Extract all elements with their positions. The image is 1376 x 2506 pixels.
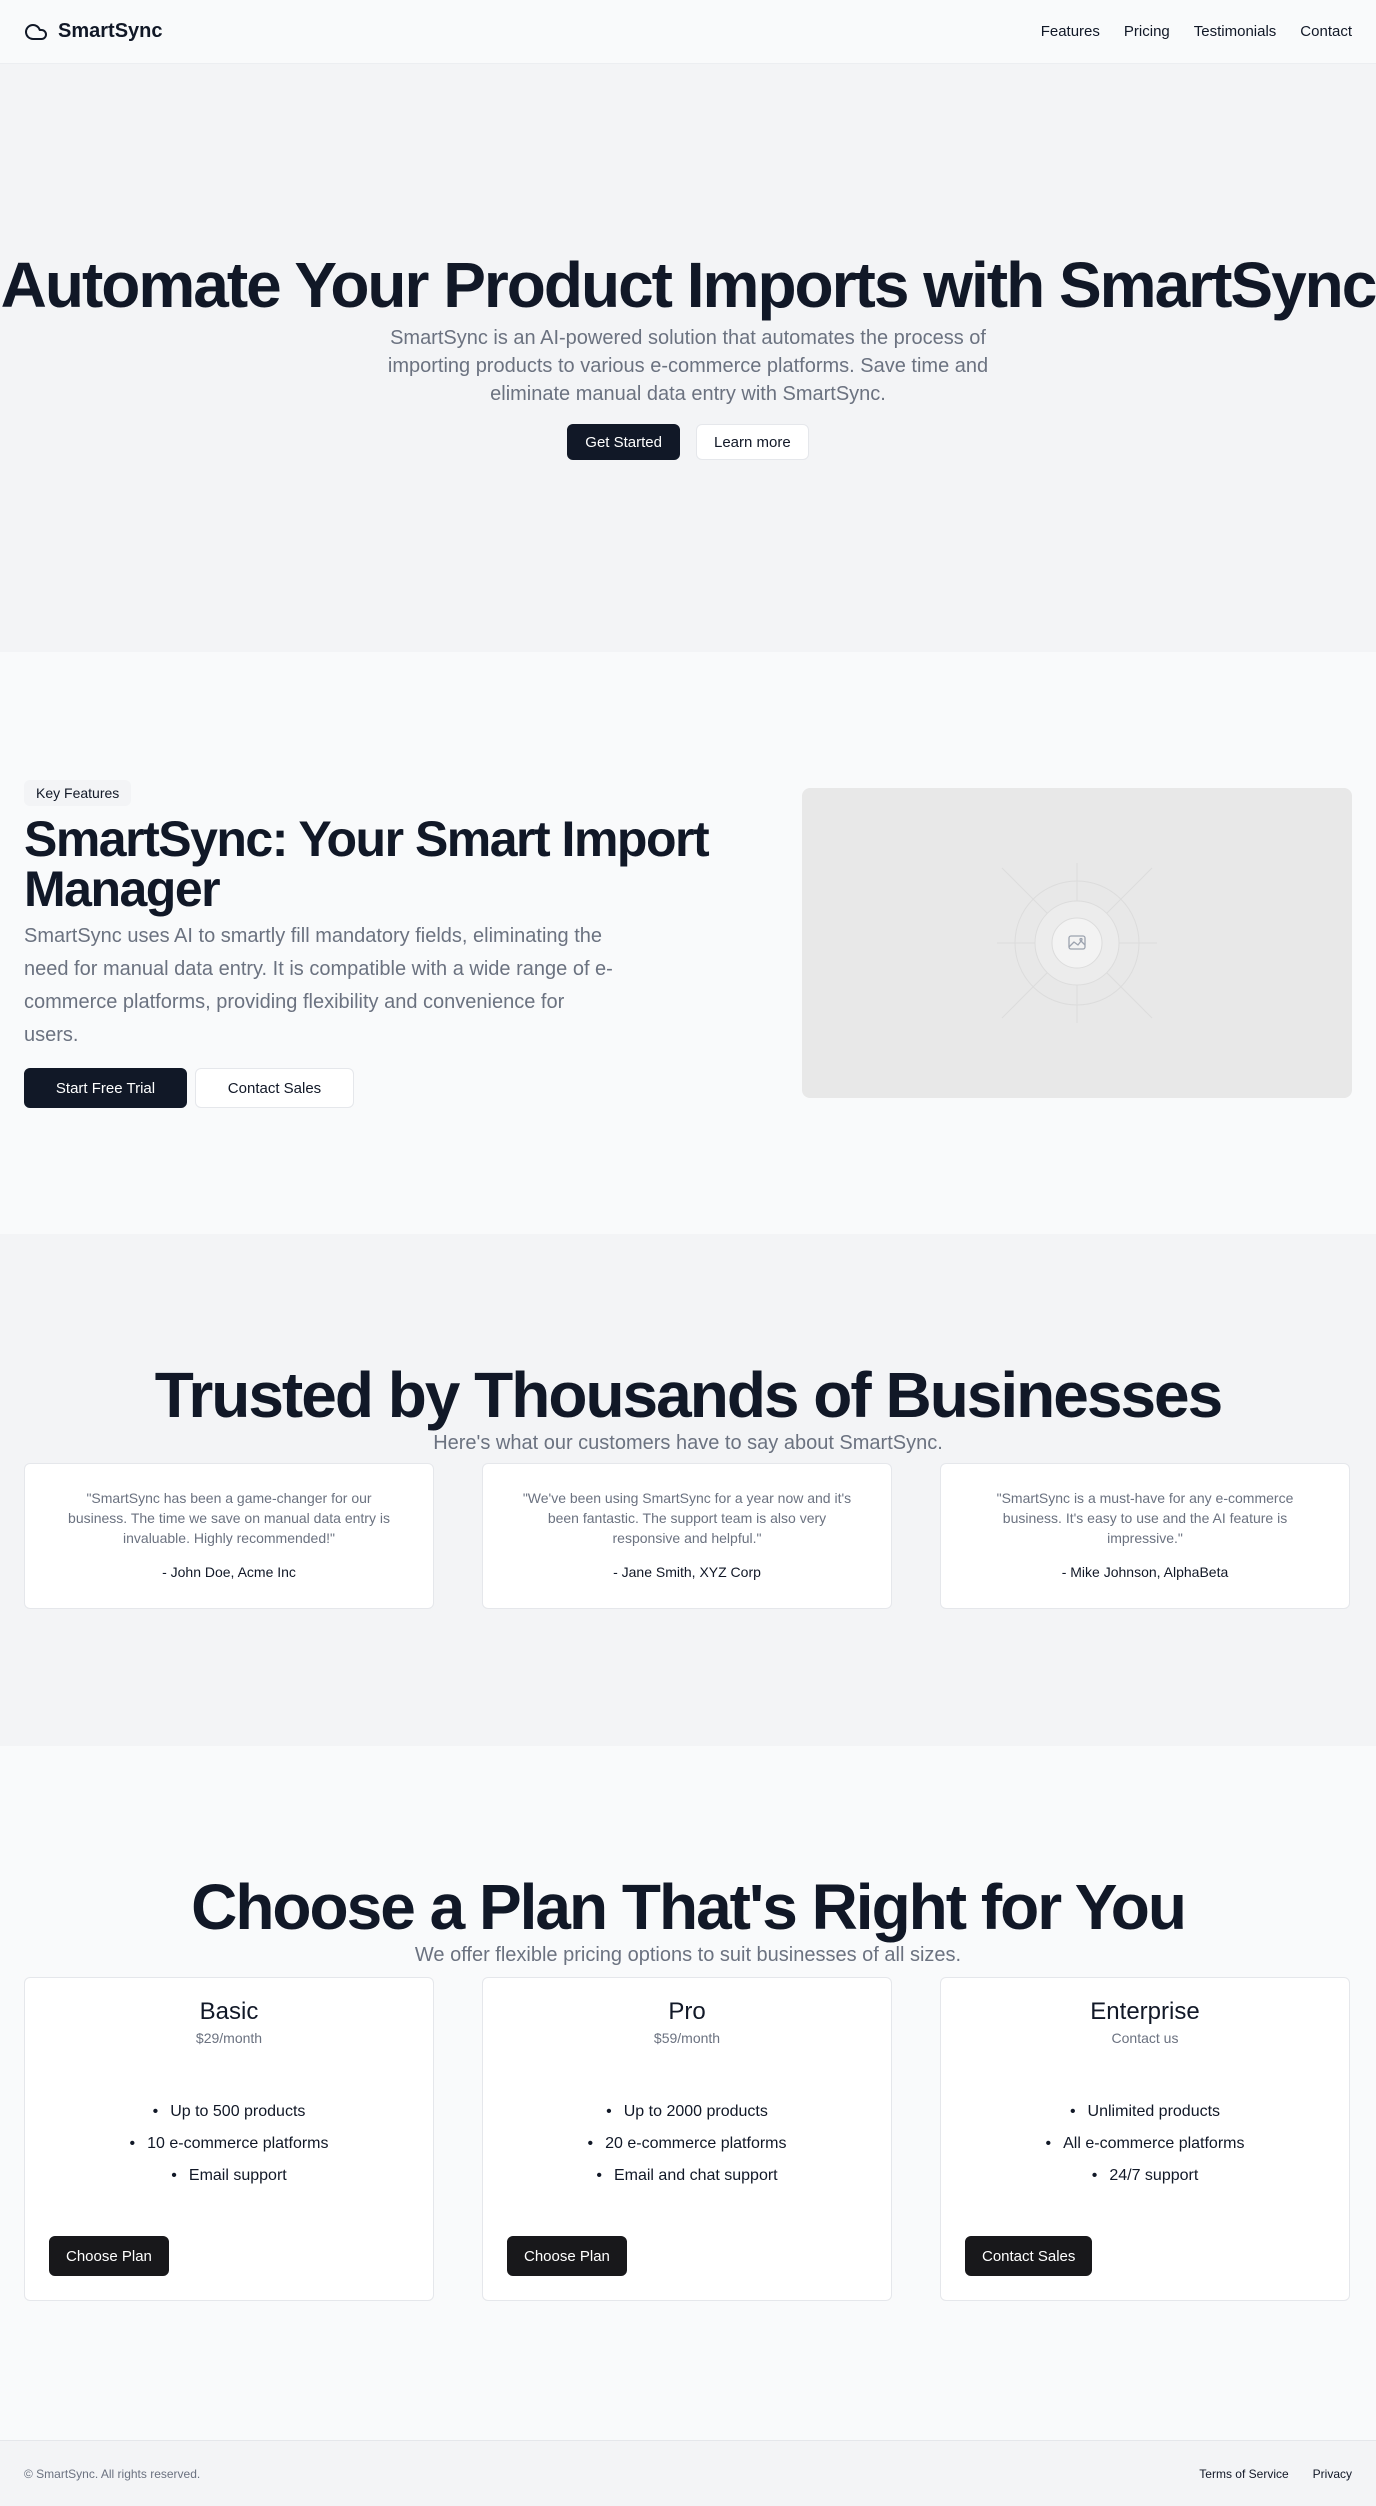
nav-link-contact[interactable]: Contact (1300, 23, 1352, 40)
pricing-subtitle: We offer flexible pricing options to sui… (414, 1944, 962, 1967)
pricing-card-enterprise: Enterprise Contact us Unlimited products… (940, 1977, 1350, 2302)
get-started-button[interactable]: Get Started (567, 424, 680, 461)
pricing-cards: Basic $29/month Up to 500 products 10 e-… (0, 1977, 1376, 2302)
brand[interactable]: SmartSync (24, 20, 163, 44)
pricing-card-pro: Pro $59/month Up to 2000 products 20 e-c… (482, 1977, 892, 2302)
footer-links: Terms of Service Privacy (1199, 2467, 1352, 2481)
plan-feature: Up to 500 products (25, 2096, 433, 2128)
hero-description: SmartSync is an AI-powered solution that… (387, 327, 989, 406)
testimonials-title: Trusted by Thousands of Businesses (154, 1359, 1223, 1431)
plan-features: Up to 500 products 10 e-commerce platfor… (25, 2096, 433, 2192)
brand-name: SmartSync (58, 20, 163, 42)
testimonials-subtitle: Here's what our customers have to say ab… (433, 1432, 943, 1455)
plan-feature: Email and chat support (483, 2160, 891, 2192)
testimonial-card: "SmartSync is a must-have for any e-comm… (940, 1463, 1350, 1610)
testimonial-author: - John Doe, Acme Inc (162, 1564, 296, 1581)
plan-feature: Up to 2000 products (483, 2096, 891, 2128)
features-section: Key Features SmartSync: Your Smart Impor… (0, 652, 1376, 1234)
plan-features: Unlimited products All e-commerce platfo… (941, 2096, 1349, 2192)
testimonial-card: "SmartSync has been a game-changer for o… (24, 1463, 434, 1610)
plan-name: Basic (199, 1998, 259, 2026)
site-footer: © SmartSync. All rights reserved. Terms … (0, 2440, 1376, 2506)
plan-feature: Email support (25, 2160, 433, 2192)
testimonials-section: Trusted by Thousands of Businesses Here'… (0, 1234, 1376, 1746)
site-header: SmartSync Features Pricing Testimonials … (0, 0, 1376, 64)
hero-title: Automate Your Product Imports with Smart… (0, 249, 1376, 321)
testimonial-cards: "SmartSync has been a game-changer for o… (0, 1463, 1376, 1610)
terms-link[interactable]: Terms of Service (1199, 2467, 1288, 2481)
learn-more-button[interactable]: Learn more (696, 424, 809, 461)
plan-price: Contact us (1111, 2030, 1179, 2047)
nav-link-pricing[interactable]: Pricing (1124, 23, 1170, 40)
feature-image (802, 788, 1352, 1098)
plan-name: Pro (668, 1998, 706, 2026)
nav-link-testimonials[interactable]: Testimonials (1194, 23, 1277, 40)
main-nav: Features Pricing Testimonials Contact (1041, 23, 1352, 40)
plan-price: $29/month (195, 2030, 263, 2047)
copyright: © SmartSync. All rights reserved. (24, 2466, 201, 2481)
features-buttons: Start Free Trial Contact Sales (24, 1068, 714, 1108)
plan-price: $59/month (653, 2030, 721, 2047)
features-badge: Key Features (24, 780, 132, 806)
plan-feature: 24/7 support (941, 2160, 1349, 2192)
testimonial-quote: "We've been using SmartSync for a year n… (522, 1490, 852, 1547)
cloud-icon (25, 23, 47, 40)
image-placeholder-icon (997, 863, 1157, 1023)
hero-section: Automate Your Product Imports with Smart… (0, 64, 1376, 652)
plan-feature: Unlimited products (941, 2096, 1349, 2128)
testimonial-card: "We've been using SmartSync for a year n… (482, 1463, 892, 1610)
plan-feature: All e-commerce platforms (941, 2128, 1349, 2160)
choose-plan-button[interactable]: Choose Plan (507, 2236, 627, 2277)
features-title: SmartSync: Your Smart Import Manager (24, 811, 710, 917)
choose-plan-button[interactable]: Choose Plan (49, 2236, 169, 2277)
privacy-link[interactable]: Privacy (1313, 2467, 1352, 2481)
pricing-card-basic: Basic $29/month Up to 500 products 10 e-… (24, 1977, 434, 2302)
testimonial-quote: "SmartSync has been a game-changer for o… (68, 1490, 390, 1547)
plan-feature: 20 e-commerce platforms (483, 2128, 891, 2160)
nav-link-features[interactable]: Features (1041, 23, 1100, 40)
testimonial-author: - Mike Johnson, AlphaBeta (1061, 1564, 1229, 1581)
plan-features: Up to 2000 products 20 e-commerce platfo… (483, 2096, 891, 2192)
contact-sales-plan-button[interactable]: Contact Sales (965, 2236, 1093, 2277)
features-content: Key Features SmartSync: Your Smart Impor… (24, 780, 714, 1108)
pricing-section: Choose a Plan That's Right for You We of… (0, 1746, 1376, 2440)
testimonial-author: - Jane Smith, XYZ Corp (613, 1564, 761, 1581)
pricing-title: Choose a Plan That's Right for You (191, 1871, 1187, 1943)
plan-feature: 10 e-commerce platforms (25, 2128, 433, 2160)
contact-sales-button[interactable]: Contact Sales (195, 1068, 354, 1108)
hero-buttons: Get Started Learn more (567, 424, 809, 461)
start-free-trial-button[interactable]: Start Free Trial (24, 1068, 187, 1108)
plan-name: Enterprise (1090, 1998, 1200, 2026)
testimonial-quote: "SmartSync is a must-have for any e-comm… (996, 1490, 1294, 1547)
features-description: SmartSync uses AI to smartly fill mandat… (24, 925, 613, 1046)
